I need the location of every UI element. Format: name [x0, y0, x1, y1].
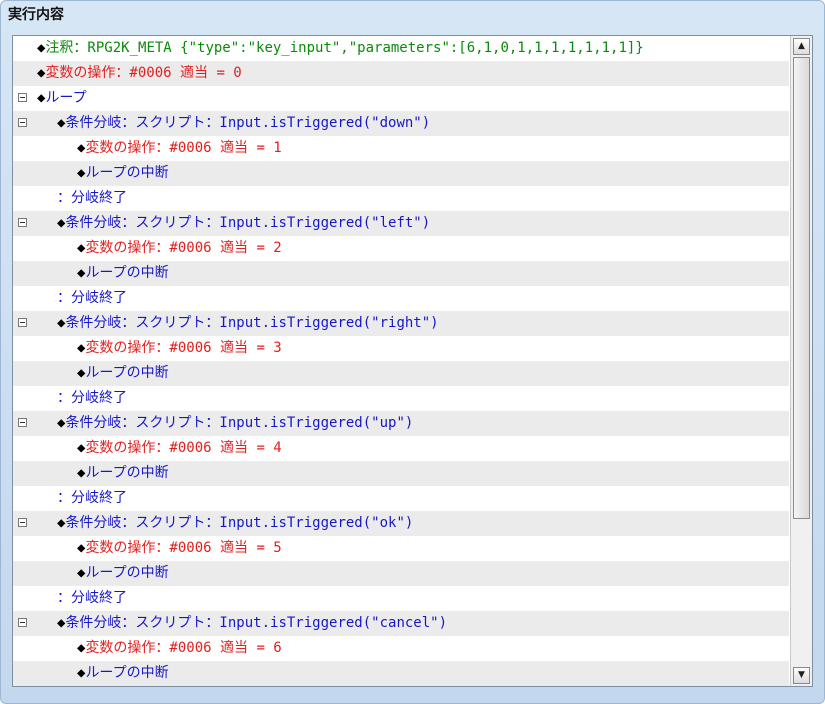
command-label: 注釈：RPG2K_META {"type":"key_input","param…: [45, 40, 644, 56]
command-row[interactable]: ：分岐終了: [13, 586, 789, 611]
command-text: ：分岐終了: [57, 386, 127, 411]
command-row[interactable]: ◆変数の操作：#0006 適当 = 4: [13, 436, 789, 461]
collapse-toggle-icon[interactable]: [18, 318, 27, 327]
command-row[interactable]: ：分岐終了: [13, 486, 789, 511]
command-text: ◆条件分岐：スクリプト：Input.isTriggered("right"): [57, 311, 439, 336]
command-text: ◆変数の操作：#0006 適当 = 4: [77, 436, 282, 461]
command-label: ループの中断: [85, 365, 169, 381]
command-row[interactable]: ◆ループの中断: [13, 461, 789, 486]
command-rows: ◆注釈：RPG2K_META {"type":"key_input","para…: [13, 36, 789, 686]
command-label: ループの中断: [85, 465, 169, 481]
command-label: ：分岐終了: [57, 190, 127, 206]
command-text: ◆変数の操作：#0006 適当 = 5: [77, 536, 282, 561]
panel-title: 実行内容: [8, 7, 64, 23]
collapse-toggle-icon[interactable]: [18, 618, 27, 627]
command-label: 変数の操作：#0006 適当 = 2: [85, 240, 282, 256]
command-label: ：分岐終了: [57, 590, 127, 606]
command-row[interactable]: ◆ループの中断: [13, 161, 789, 186]
command-label: 変数の操作：#0006 適当 = 3: [85, 340, 282, 356]
command-label: 条件分岐：スクリプト：Input.isTriggered("cancel"): [65, 615, 448, 631]
command-row[interactable]: ◆条件分岐：スクリプト：Input.isTriggered("down"): [13, 111, 789, 136]
command-text: ：分岐終了: [57, 586, 127, 611]
command-row[interactable]: ◆変数の操作：#0006 適当 = 3: [13, 336, 789, 361]
command-text: ◆変数の操作：#0006 適当 = 1: [77, 136, 282, 161]
command-text: ：分岐終了: [57, 286, 127, 311]
scroll-down-button[interactable]: ▼: [793, 667, 810, 684]
command-label: ループの中断: [85, 165, 169, 181]
command-text: ◆ループの中断: [77, 161, 169, 186]
command-text: ◆ループの中断: [77, 561, 169, 586]
command-text: ◆変数の操作：#0006 適当 = 6: [77, 636, 282, 661]
arrow-up-icon: ▲: [798, 41, 805, 51]
execution-content-panel: 実行内容 ◆注釈：RPG2K_META {"type":"key_input",…: [0, 0, 825, 704]
command-row[interactable]: ：分岐終了: [13, 386, 789, 411]
command-row[interactable]: ◆変数の操作：#0006 適当 = 0: [13, 61, 789, 86]
collapse-toggle-icon[interactable]: [18, 93, 27, 102]
collapse-toggle-icon[interactable]: [18, 218, 27, 227]
command-text: ◆注釈：RPG2K_META {"type":"key_input","para…: [37, 36, 644, 61]
command-row[interactable]: ◆条件分岐：スクリプト：Input.isTriggered("right"): [13, 311, 789, 336]
command-text: ◆変数の操作：#0006 適当 = 2: [77, 236, 282, 261]
scroll-up-button[interactable]: ▲: [793, 38, 810, 55]
command-label: 変数の操作：#0006 適当 = 5: [85, 540, 282, 556]
command-text: ◆ループ: [37, 86, 87, 111]
command-label: 条件分岐：スクリプト：Input.isTriggered("left"): [65, 215, 431, 231]
arrow-down-icon: ▼: [798, 670, 805, 680]
collapse-toggle-icon[interactable]: [18, 418, 27, 427]
command-row[interactable]: ◆注釈：RPG2K_META {"type":"key_input","para…: [13, 36, 789, 61]
command-text: ◆ループの中断: [77, 661, 169, 686]
command-row[interactable]: ◆ループの中断: [13, 361, 789, 386]
command-text: ◆条件分岐：スクリプト：Input.isTriggered("down"): [57, 111, 430, 136]
command-label: 条件分岐：スクリプト：Input.isTriggered("up"): [65, 415, 414, 431]
command-label: ループの中断: [85, 565, 169, 581]
command-label: 変数の操作：#0006 適当 = 6: [85, 640, 282, 656]
command-label: 変数の操作：#0006 適当 = 4: [85, 440, 282, 456]
command-row[interactable]: ◆変数の操作：#0006 適当 = 6: [13, 636, 789, 661]
command-row[interactable]: ◆ループの中断: [13, 561, 789, 586]
command-text: ：分岐終了: [57, 486, 127, 511]
command-label: 変数の操作：#0006 適当 = 1: [85, 140, 282, 156]
command-row[interactable]: ◆条件分岐：スクリプト：Input.isTriggered("up"): [13, 411, 789, 436]
command-row[interactable]: ◆条件分岐：スクリプト：Input.isTriggered("left"): [13, 211, 789, 236]
command-row[interactable]: ◆条件分岐：スクリプト：Input.isTriggered("cancel"): [13, 611, 789, 636]
command-row[interactable]: ◆ループの中断: [13, 661, 789, 686]
collapse-toggle-icon[interactable]: [18, 518, 27, 527]
command-row[interactable]: ◆ループ: [13, 86, 789, 111]
command-label: ループ: [45, 90, 87, 106]
collapse-toggle-icon[interactable]: [18, 118, 27, 127]
command-label: 条件分岐：スクリプト：Input.isTriggered("down"): [65, 115, 431, 131]
command-text: ◆条件分岐：スクリプト：Input.isTriggered("ok"): [57, 511, 413, 536]
command-text: ◆ループの中断: [77, 261, 169, 286]
command-text: ◆ループの中断: [77, 361, 169, 386]
command-row[interactable]: ：分岐終了: [13, 286, 789, 311]
command-label: ：分岐終了: [57, 390, 127, 406]
command-label: 変数の操作：#0006 適当 = 0: [45, 65, 242, 81]
command-text: ◆変数の操作：#0006 適当 = 0: [37, 61, 242, 86]
command-label: ループの中断: [85, 665, 169, 681]
command-row[interactable]: ◆条件分岐：スクリプト：Input.isTriggered("ok"): [13, 511, 789, 536]
command-text: ◆条件分岐：スクリプト：Input.isTriggered("left"): [57, 211, 430, 236]
command-row[interactable]: ◆ループの中断: [13, 261, 789, 286]
command-text: ：分岐終了: [57, 186, 127, 211]
command-label: ：分岐終了: [57, 290, 127, 306]
vertical-scrollbar[interactable]: ▲ ▼: [790, 36, 812, 686]
command-row[interactable]: ：分岐終了: [13, 186, 789, 211]
scrollbar-thumb[interactable]: [793, 57, 810, 520]
command-label: 条件分岐：スクリプト：Input.isTriggered("ok"): [65, 515, 414, 531]
command-label: ループの中断: [85, 265, 169, 281]
command-text: ◆条件分岐：スクリプト：Input.isTriggered("up"): [57, 411, 413, 436]
event-command-list[interactable]: ◆注釈：RPG2K_META {"type":"key_input","para…: [12, 35, 813, 687]
command-text: ◆条件分岐：スクリプト：Input.isTriggered("cancel"): [57, 611, 447, 636]
command-label: 条件分岐：スクリプト：Input.isTriggered("right"): [65, 315, 439, 331]
command-row[interactable]: ◆変数の操作：#0006 適当 = 2: [13, 236, 789, 261]
command-text: ◆変数の操作：#0006 適当 = 3: [77, 336, 282, 361]
command-text: ◆ループの中断: [77, 461, 169, 486]
command-row[interactable]: ◆変数の操作：#0006 適当 = 1: [13, 136, 789, 161]
command-row[interactable]: ◆変数の操作：#0006 適当 = 5: [13, 536, 789, 561]
command-label: ：分岐終了: [57, 490, 127, 506]
